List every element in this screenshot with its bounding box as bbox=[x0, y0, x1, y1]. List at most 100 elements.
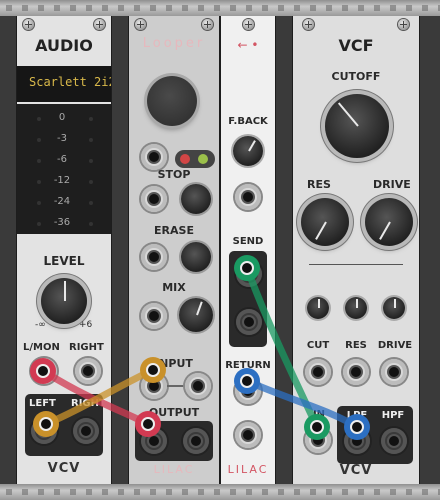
drive-cv-jack[interactable] bbox=[381, 359, 407, 385]
looper-title: Looper bbox=[142, 36, 206, 51]
level-max-label: +6 bbox=[79, 320, 93, 330]
drive-label: DRIVE bbox=[373, 178, 411, 191]
screw-icon bbox=[243, 19, 254, 30]
level-knob[interactable] bbox=[41, 278, 87, 324]
send-section bbox=[229, 251, 267, 347]
device-display[interactable]: Scarlett 2i2 bbox=[17, 66, 111, 102]
rack-rail-bottom bbox=[0, 484, 440, 500]
output-label: OUTPUT bbox=[148, 406, 200, 419]
divider bbox=[309, 264, 403, 265]
level-label: LEVEL bbox=[43, 254, 85, 268]
output-jack-left[interactable] bbox=[141, 428, 167, 454]
meter-label: -36 bbox=[53, 217, 71, 228]
out-left-jack[interactable] bbox=[31, 418, 57, 444]
lmon-input-jack[interactable] bbox=[31, 358, 57, 384]
cutoff-label: CUTOFF bbox=[331, 70, 381, 83]
res-cv-jack[interactable] bbox=[343, 359, 369, 385]
res-label: RES bbox=[307, 178, 331, 191]
erase-button[interactable] bbox=[181, 242, 211, 272]
send-jack-left[interactable] bbox=[236, 261, 262, 287]
input-label: INPUT bbox=[155, 357, 193, 370]
mix-label: MIX bbox=[162, 281, 186, 294]
lilac-logo: LILAC bbox=[227, 463, 269, 476]
res-cv-attenuator[interactable] bbox=[345, 297, 367, 319]
return-jack-left[interactable] bbox=[235, 378, 261, 404]
feedback-module: ← • F.BACK SEND RETURN LILAC bbox=[220, 16, 276, 484]
vcv-logo: VCV bbox=[339, 463, 373, 478]
drive-knob[interactable] bbox=[365, 198, 413, 246]
status-leds bbox=[175, 150, 215, 168]
vcv-logo: VCV bbox=[47, 461, 81, 476]
vcf-output-section: LPF HPF bbox=[337, 406, 413, 464]
vcf-title: VCF bbox=[338, 36, 374, 55]
erase-label: ERASE bbox=[154, 224, 194, 237]
output-jack-right[interactable] bbox=[183, 428, 209, 454]
lmon-label: L/MON bbox=[23, 342, 60, 353]
led-record bbox=[180, 154, 190, 164]
meter-label: 0 bbox=[58, 112, 66, 123]
cut-cv-jack[interactable] bbox=[305, 359, 331, 385]
in-jack[interactable] bbox=[305, 427, 331, 453]
meter-label: -6 bbox=[57, 154, 67, 165]
audio-module: AUDIO Scarlett 2i2 0 -3 -6 -12 -24 -36 L… bbox=[16, 16, 112, 484]
stop-cv-jack[interactable] bbox=[141, 186, 167, 212]
output-section bbox=[135, 421, 213, 461]
output-section: LEFT RIGHT bbox=[25, 394, 106, 456]
led-play bbox=[198, 154, 208, 164]
cut-cv-attenuator[interactable] bbox=[307, 297, 329, 319]
rack-rail-top bbox=[0, 0, 440, 16]
res-cv-label: RES bbox=[345, 340, 367, 351]
fback-knob[interactable] bbox=[233, 136, 263, 166]
hpf-jack[interactable] bbox=[381, 428, 407, 454]
meter-label: -12 bbox=[53, 175, 71, 186]
screw-icon bbox=[94, 19, 105, 30]
return-jack-right[interactable] bbox=[235, 422, 261, 448]
level-meter: 0 -3 -6 -12 -24 -36 bbox=[17, 104, 111, 234]
hpf-label: HPF bbox=[381, 410, 405, 421]
lpf-jack[interactable] bbox=[344, 428, 370, 454]
feedback-title: ← • bbox=[237, 38, 259, 52]
mix-cv-jack[interactable] bbox=[141, 303, 167, 329]
mix-knob[interactable] bbox=[179, 298, 213, 332]
input-link-line bbox=[167, 385, 185, 387]
meter-label: -24 bbox=[53, 196, 71, 207]
meter-row: -24 bbox=[17, 196, 111, 210]
out-right-jack[interactable] bbox=[73, 418, 99, 444]
level-min-label: -∞ bbox=[35, 320, 46, 330]
meter-row: -3 bbox=[17, 133, 111, 147]
right-input-label: RIGHT bbox=[69, 342, 104, 353]
right-input-jack[interactable] bbox=[75, 358, 101, 384]
meter-row: -6 bbox=[17, 154, 111, 168]
lpf-label: LPF bbox=[346, 410, 368, 421]
fback-cv-jack[interactable] bbox=[235, 184, 261, 210]
fback-label: F.BACK bbox=[228, 116, 268, 127]
screw-icon bbox=[202, 19, 213, 30]
screw-icon bbox=[303, 19, 314, 30]
send-label: SEND bbox=[232, 236, 264, 247]
stop-button[interactable] bbox=[181, 184, 211, 214]
drive-cv-attenuator[interactable] bbox=[383, 297, 405, 319]
erase-cv-jack[interactable] bbox=[141, 244, 167, 270]
device-name: Scarlett 2i2 bbox=[29, 75, 111, 89]
return-label: RETURN bbox=[225, 360, 271, 371]
record-cv-jack[interactable] bbox=[141, 144, 167, 170]
meter-label: -3 bbox=[57, 133, 67, 144]
screw-icon bbox=[23, 19, 34, 30]
meter-row: 0 bbox=[17, 112, 111, 126]
audio-title: AUDIO bbox=[35, 36, 93, 55]
stop-label: STOP bbox=[157, 168, 191, 181]
cutoff-knob[interactable] bbox=[325, 94, 389, 158]
meter-row: -12 bbox=[17, 175, 111, 189]
meter-row: -36 bbox=[17, 217, 111, 231]
res-knob[interactable] bbox=[301, 198, 349, 246]
screw-icon bbox=[135, 19, 146, 30]
record-button[interactable] bbox=[147, 76, 197, 126]
out-right-label: RIGHT bbox=[71, 398, 106, 409]
vcf-module: VCF CUTOFF RES DRIVE CUT RES DRIVE IN LP… bbox=[292, 16, 420, 484]
input-jack-left[interactable] bbox=[141, 373, 167, 399]
looper-module: Looper STOP ERASE MIX INPUT OUTPUT LILAC bbox=[128, 16, 220, 484]
send-jack-right[interactable] bbox=[236, 309, 262, 335]
lilac-logo: LILAC bbox=[153, 463, 195, 476]
cut-cv-label: CUT bbox=[306, 340, 330, 351]
input-jack-right[interactable] bbox=[185, 373, 211, 399]
